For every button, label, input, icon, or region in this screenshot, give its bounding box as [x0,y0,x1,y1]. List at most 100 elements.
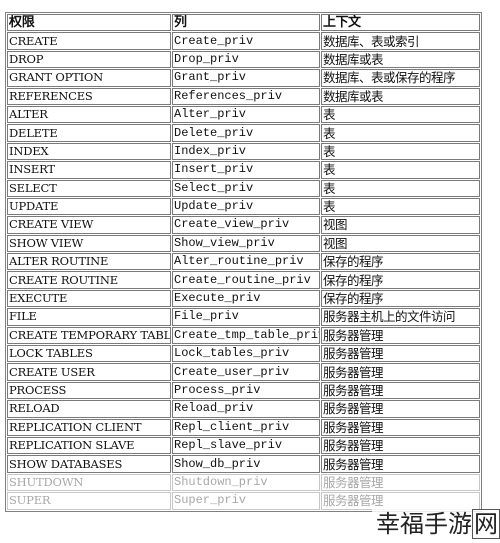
cell-column: Shutdown_priv [172,473,320,492]
cell-privilege: RELOAD [7,400,171,418]
cell-column: Drop_priv [172,50,320,69]
cell-privilege: CREATE USER [7,363,171,381]
table-row: REPLICATION SLAVE Repl_slave_priv 服务器管理 [7,436,480,455]
cell-context: 服务器管理 [321,381,480,400]
cell-context: 数据库或表 [321,50,480,69]
cell-privilege: FILE [7,308,171,326]
cell-privilege: SELECT [7,179,171,197]
cell-context: 服务器管理 [321,345,480,363]
cell-column: Index_priv [172,142,320,161]
cell-context: 服务器管理 [321,418,480,436]
table-row: SHUTDOWN Shutdown_priv 服务器管理 [7,473,480,492]
cell-context: 视图 [321,234,480,253]
cell-privilege: GRANT OPTION [7,69,171,87]
cell-column: Update_priv [172,197,320,216]
table-row: EXECUTE Execute_priv 保存的程序 [7,289,480,308]
cell-privilege: DROP [7,50,171,69]
cell-privilege: SHOW DATABASES [7,455,171,473]
cell-column: File_priv [172,308,320,326]
cell-context: 服务器管理 [321,455,480,473]
header-column: 列 [172,14,320,32]
cell-context: 表 [321,124,480,142]
table-row: RELOAD Reload_priv 服务器管理 [7,400,480,418]
cell-context: 服务器管理 [321,363,480,381]
table-row: UPDATE Update_priv 表 [7,197,480,216]
cell-context: 表 [321,105,480,124]
table-row: INDEX Index_priv 表 [7,142,480,161]
table-header-row: 权限 列 上下文 [7,14,480,32]
watermark-text: 幸福手游 [376,510,472,538]
site-watermark: 幸福手游网 [372,509,500,539]
table-row: LOCK TABLES Lock_tables_priv 服务器管理 [7,345,480,363]
privileges-table: 权限 列 上下文 CREATE Create_priv 数据库、表或索引 DROP Dr… [5,12,482,512]
watermark-last-char: 网 [472,509,500,539]
cell-column: References_priv [172,87,320,105]
cell-context: 数据库或表 [321,87,480,105]
cell-privilege: CREATE TEMPORARY TABLES [7,326,171,345]
cell-column: Select_priv [172,179,320,197]
cell-context: 保存的程序 [321,253,480,271]
cell-privilege: PROCESS [7,381,171,400]
cell-column: Repl_client_priv [172,418,320,436]
cell-column: Lock_tables_priv [172,345,320,363]
table-row: DELETE Delete_priv 表 [7,124,480,142]
table-row: SHOW DATABASES Show_db_priv 服务器管理 [7,455,480,473]
header-privilege: 权限 [7,14,171,32]
cell-privilege: SHOW VIEW [7,234,171,253]
table-row: FILE File_priv 服务器主机上的文件访问 [7,308,480,326]
header-context: 上下文 [321,14,480,32]
cell-context: 服务器管理 [321,473,480,492]
cell-column: Show_db_priv [172,455,320,473]
cell-privilege: ALTER ROUTINE [7,253,171,271]
table-row: SUPER Super_priv 服务器管理 [7,492,480,510]
table-row: CREATE USER Create_user_priv 服务器管理 [7,363,480,381]
cell-context: 数据库、表或保存的程序 [321,69,480,87]
cell-column: Create_view_priv [172,216,320,234]
cell-privilege: REPLICATION CLIENT [7,418,171,436]
table-row: PROCESS Process_priv 服务器管理 [7,381,480,400]
cell-column: Insert_priv [172,161,320,179]
cell-privilege: LOCK TABLES [7,345,171,363]
cell-privilege: SHUTDOWN [7,473,171,492]
cell-context: 服务器主机上的文件访问 [321,308,480,326]
cell-column: Alter_routine_priv [172,253,320,271]
cell-context: 保存的程序 [321,271,480,289]
cell-context: 保存的程序 [321,289,480,308]
table-row: CREATE TEMPORARY TABLES Create_tmp_table_… [7,326,480,345]
cell-context: 表 [321,161,480,179]
cell-privilege: SUPER [7,492,171,510]
cell-column: Process_priv [172,381,320,400]
cell-context: 表 [321,179,480,197]
table-row: DROP Drop_priv 数据库或表 [7,50,480,69]
cell-column: Execute_priv [172,289,320,308]
table-row: REFERENCES References_priv 数据库或表 [7,87,480,105]
cell-context: 表 [321,142,480,161]
cell-privilege: INSERT [7,161,171,179]
cell-column: Delete_priv [172,124,320,142]
cell-column: Create_tmp_table_priv [172,326,320,345]
table-row: CREATE ROUTINE Create_routine_priv 保存的程序 [7,271,480,289]
table-row: SELECT Select_priv 表 [7,179,480,197]
cell-column: Show_view_priv [172,234,320,253]
table-row: GRANT OPTION Grant_priv 数据库、表或保存的程序 [7,69,480,87]
table-row: CREATE VIEW Create_view_priv 视图 [7,216,480,234]
cell-privilege: CREATE ROUTINE [7,271,171,289]
cell-privilege: UPDATE [7,197,171,216]
cell-context: 视图 [321,216,480,234]
cell-privilege: ALTER [7,105,171,124]
cell-privilege: REFERENCES [7,87,171,105]
table-row: CREATE Create_priv 数据库、表或索引 [7,32,480,50]
cell-privilege: EXECUTE [7,289,171,308]
cell-column: Alter_priv [172,105,320,124]
cell-context: 服务器管理 [321,436,480,455]
cell-privilege: INDEX [7,142,171,161]
cell-context: 服务器管理 [321,492,480,510]
cell-privilege: REPLICATION SLAVE [7,436,171,455]
cell-column: Create_user_priv [172,363,320,381]
cell-column: Repl_slave_priv [172,436,320,455]
table-row: REPLICATION CLIENT Repl_client_priv 服务器管理 [7,418,480,436]
cell-column: Create_routine_priv [172,271,320,289]
table-row: ALTER Alter_priv 表 [7,105,480,124]
cell-context: 表 [321,197,480,216]
cell-column: Super_priv [172,492,320,510]
